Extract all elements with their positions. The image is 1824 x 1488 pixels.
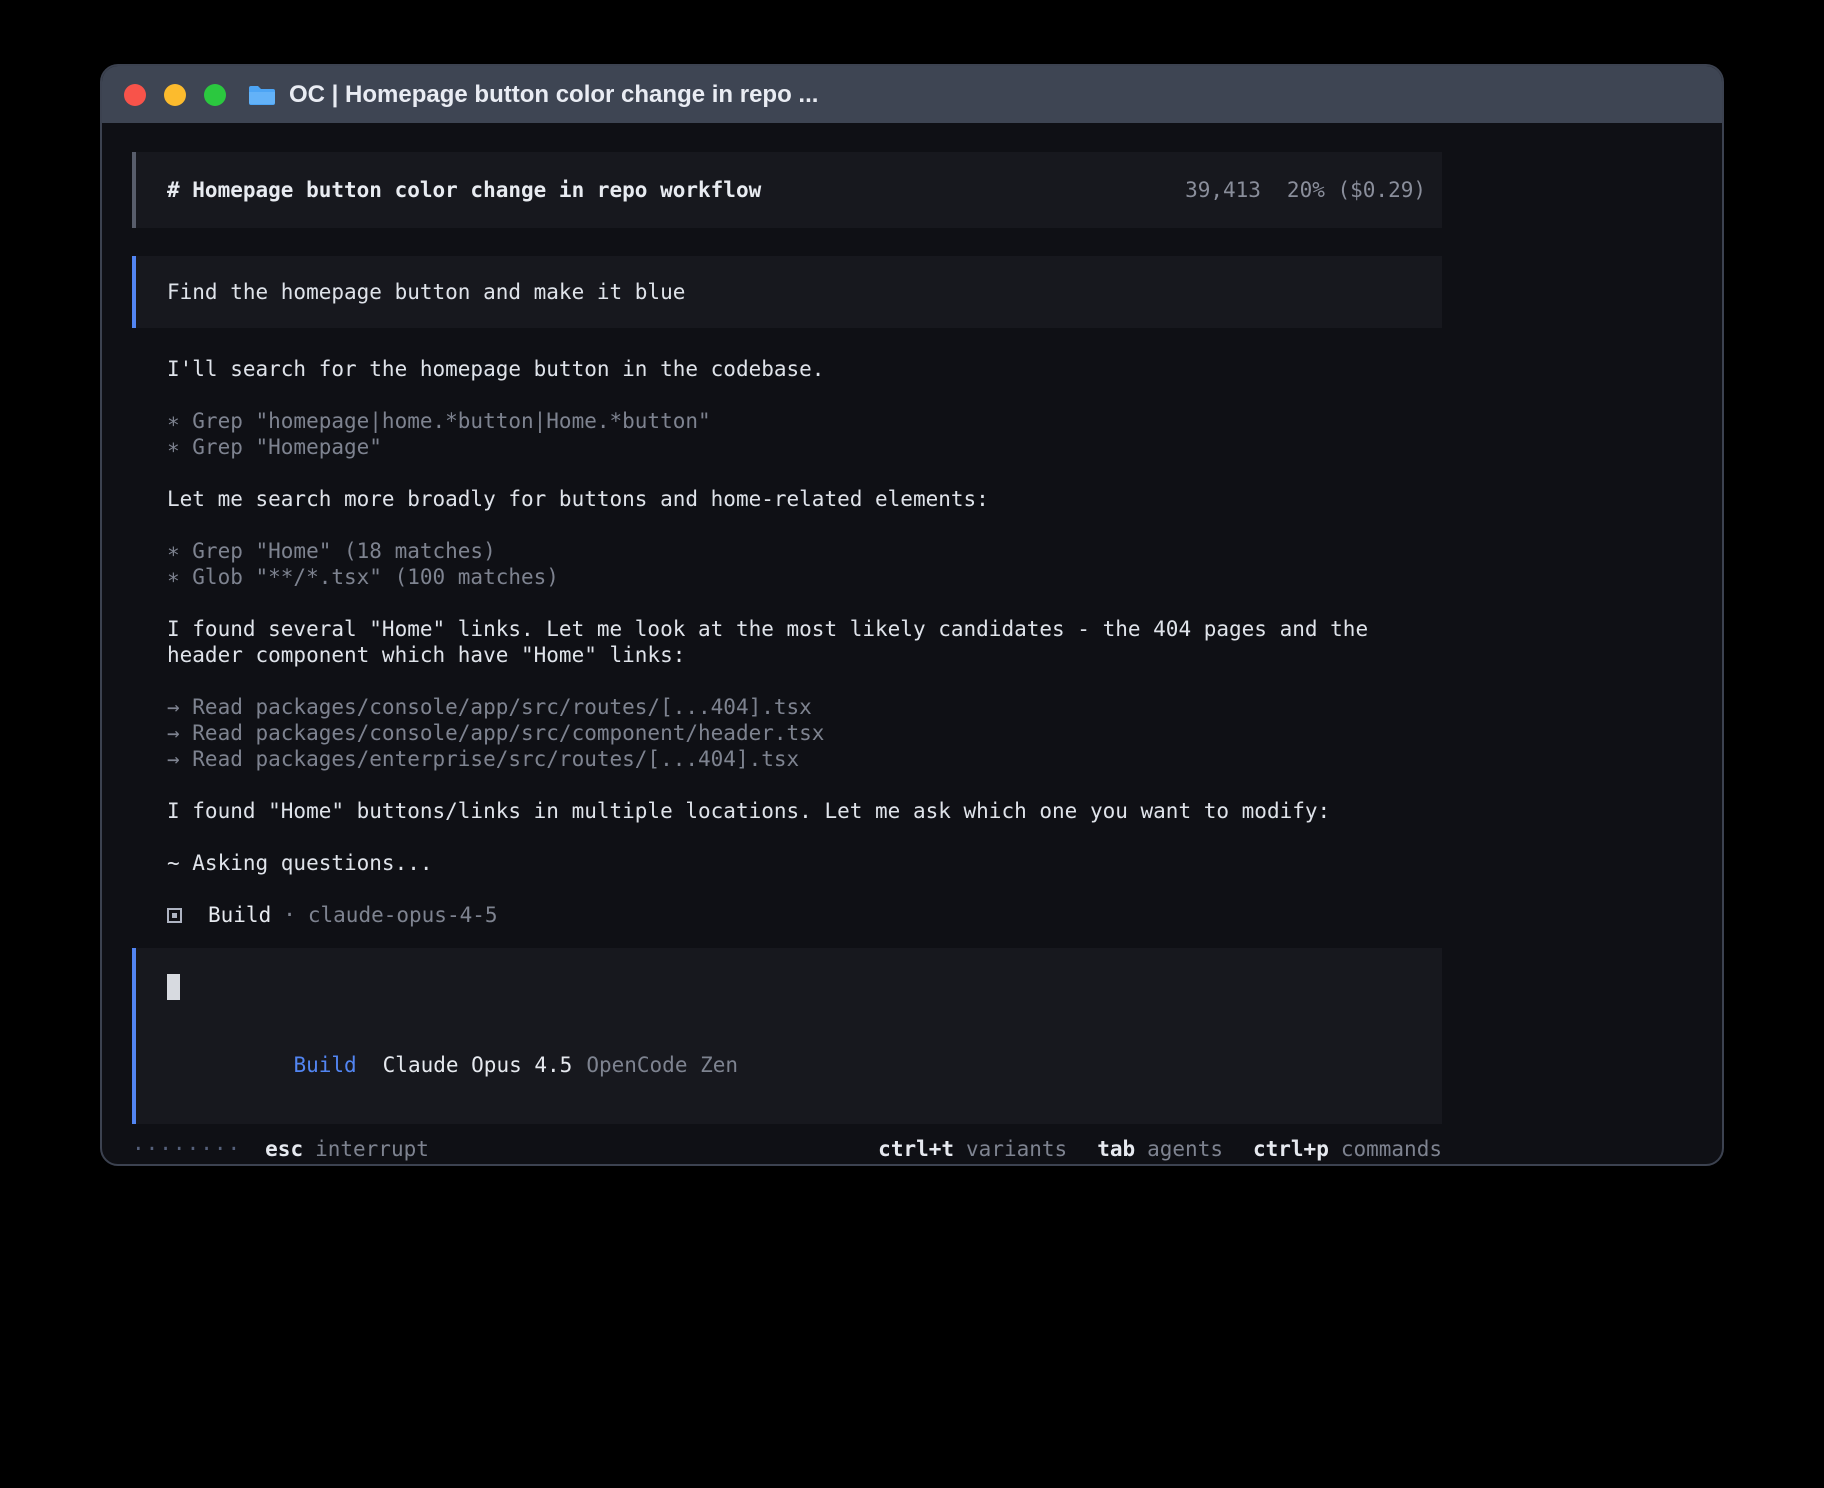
hint-key-tab: tab: [1097, 1136, 1135, 1162]
session-header: # Homepage button color change in repo w…: [132, 152, 1442, 228]
desktop: OC | Homepage button color change in rep…: [0, 0, 1824, 1488]
agent-status-row: Build · claude-opus-4-5: [167, 902, 1442, 928]
status-separator: ·: [283, 902, 296, 928]
assistant-text: I found "Home" buttons/links in multiple…: [167, 798, 1442, 824]
context-usage: 20% ($0.29): [1287, 178, 1426, 202]
hint-variants: ctrl+t variants: [878, 1136, 1067, 1162]
tool-call-grep: ∗ Grep "homepage|home.*button|Home.*butt…: [167, 408, 1442, 434]
status-bar-right: ctrl+t variants tab agents ctrl+p comman…: [878, 1136, 1442, 1162]
minimize-button[interactable]: [164, 84, 186, 106]
tool-call-read: → Read packages/console/app/src/routes/[…: [167, 694, 1442, 720]
hint-label-variants: variants: [966, 1136, 1067, 1162]
assistant-text: I found several "Home" links. Let me loo…: [167, 616, 1442, 642]
hint-agents: tab agents: [1097, 1136, 1223, 1162]
hint-key-esc: esc: [265, 1136, 303, 1162]
model-name: claude-opus-4-5: [308, 902, 498, 928]
hint-label-commands: commands: [1341, 1136, 1442, 1162]
spinner-dots: ········: [132, 1136, 241, 1162]
assistant-status-text: ~ Asking questions...: [167, 850, 1442, 876]
tool-call-read: → Read packages/console/app/src/componen…: [167, 720, 1442, 746]
tool-call-read: → Read packages/enterprise/src/routes/[.…: [167, 746, 1442, 772]
conversation: I'll search for the homepage button in t…: [132, 356, 1442, 928]
input-model: Claude Opus 4.5: [383, 1053, 573, 1077]
folder-icon: [248, 84, 276, 106]
hint-key-ctrl-t: ctrl+t: [878, 1136, 954, 1162]
status-bar: ········ esc interrupt ctrl+t variants t…: [132, 1136, 1442, 1162]
window-titlebar[interactable]: OC | Homepage button color change in rep…: [102, 66, 1722, 123]
tool-call-glob: ∗ Glob "**/*.tsx" (100 matches): [167, 564, 1442, 590]
hint-commands: ctrl+p commands: [1253, 1136, 1442, 1162]
agent-name: Build: [208, 902, 271, 928]
hint-label-interrupt: interrupt: [315, 1136, 429, 1162]
agent-status-icon: [167, 908, 182, 923]
text-cursor: [167, 974, 180, 1000]
traffic-lights: [124, 84, 226, 106]
tool-call-grep: ∗ Grep "Homepage": [167, 434, 1442, 460]
input-provider: OpenCode Zen: [586, 1053, 738, 1077]
user-message: Find the homepage button and make it blu…: [132, 256, 1442, 328]
terminal-content: # Homepage button color change in repo w…: [132, 152, 1442, 1162]
window-title: OC | Homepage button color change in rep…: [289, 81, 818, 109]
status-bar-left: ········ esc interrupt: [132, 1136, 429, 1162]
hint-label-agents: agents: [1147, 1136, 1223, 1162]
tool-call-grep: ∗ Grep "Home" (18 matches): [167, 538, 1442, 564]
terminal-window: OC | Homepage button color change in rep…: [100, 64, 1724, 1166]
hint-key-ctrl-p: ctrl+p: [1253, 1136, 1329, 1162]
session-title: # Homepage button color change in repo w…: [167, 178, 761, 202]
assistant-text: header component which have "Home" links…: [167, 642, 1442, 668]
input-mode-line: Build Claude Opus 4.5 OpenCode Zen: [167, 1026, 1426, 1104]
close-button[interactable]: [124, 84, 146, 106]
prompt-input[interactable]: Build Claude Opus 4.5 OpenCode Zen: [132, 948, 1442, 1124]
assistant-text: I'll search for the homepage button in t…: [167, 356, 1442, 382]
hint-interrupt: esc interrupt: [265, 1136, 429, 1162]
assistant-text: Let me search more broadly for buttons a…: [167, 486, 1442, 512]
input-agent-mode[interactable]: Build: [293, 1053, 356, 1077]
zoom-button[interactable]: [204, 84, 226, 106]
session-stats: 39,413 20% ($0.29): [1185, 178, 1426, 202]
token-count: 39,413: [1185, 178, 1261, 202]
